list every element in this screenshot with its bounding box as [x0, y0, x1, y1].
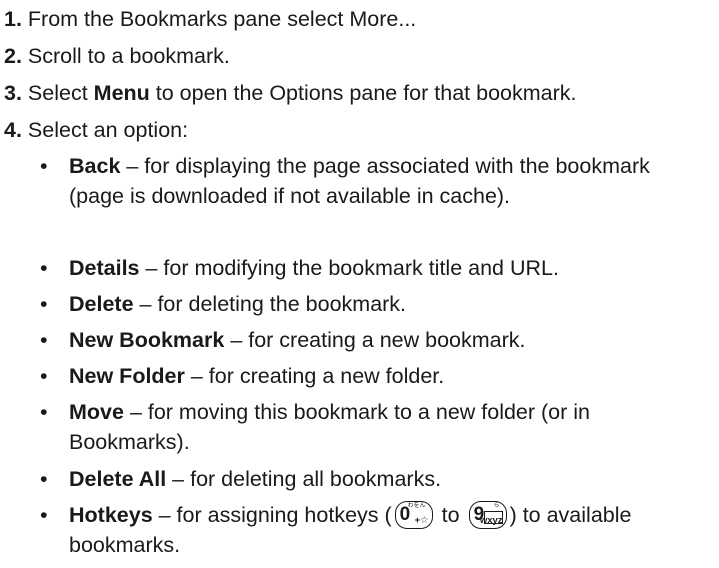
bullet-dot: • [40, 256, 48, 280]
bullet-dot: • [40, 467, 48, 491]
option-term: New Bookmark [69, 328, 225, 352]
bullet-dot: • [40, 503, 48, 527]
key-kana-label: ら [493, 503, 500, 509]
step-text: Scroll to a bookmark. [27, 44, 230, 68]
option-desc: – for displaying the page associated wit… [69, 154, 650, 208]
option-term: Delete [69, 292, 134, 316]
option-desc: – for deleting all bookmarks. [166, 467, 442, 491]
option-back: • Back – for displaying the page associa… [40, 152, 710, 211]
option-desc: – for creating a new folder. [184, 364, 445, 388]
option-delete: • Delete – for deleting the bookmark. [40, 290, 710, 320]
step-number: 4. [4, 118, 22, 142]
option-term: Delete All [69, 467, 167, 491]
menu-label: Menu [93, 81, 150, 105]
step-text: From the Bookmarks pane select More... [27, 7, 417, 31]
key-sub-label: wxyz [479, 515, 503, 526]
step-number: 1. [4, 7, 22, 31]
step-2: 2. Scroll to a bookmark. [4, 43, 230, 69]
option-delete-all: • Delete All – for deleting all bookmark… [40, 465, 710, 495]
option-new-folder: • New Folder – for creating a new folder… [40, 362, 710, 392]
step-number: 2. [4, 44, 22, 68]
option-term: Hotkeys [69, 503, 153, 527]
step-text-post: to open the Options pane for that bookma… [149, 81, 577, 105]
step-text-pre: Select [27, 81, 94, 105]
step-4: 4. Select an option: [4, 117, 188, 143]
bullet-dot: • [40, 292, 48, 316]
option-term: New Folder [69, 364, 185, 388]
key-kana-label: わをん [407, 503, 426, 509]
bullet-dot: • [40, 364, 48, 388]
keypad-9-icon: ら 9 wxyz [468, 501, 507, 529]
key-sub-label: +☆ [414, 515, 429, 526]
option-desc: – for modifying the bookmark title and U… [139, 256, 559, 280]
option-details: • Details – for modifying the bookmark t… [40, 254, 710, 284]
bullet-dot: • [40, 400, 48, 424]
option-hotkeys: • Hotkeys – for assigning hotkeys (わをん 0 +… [40, 501, 710, 560]
step-1: 1. From the Bookmarks pane select More..… [4, 6, 416, 32]
keypad-0-icon: わをん 0 +☆ [394, 501, 433, 529]
step-text: Select an option: [27, 118, 189, 142]
option-desc: – for deleting the bookmark. [133, 292, 407, 316]
step-3: 3. Select Menu to open the Options pane … [4, 80, 576, 106]
option-desc-pre: – for assigning hotkeys ( [152, 503, 392, 527]
option-desc-mid: to [435, 503, 466, 527]
option-term: Details [69, 256, 140, 280]
option-desc: – for moving this bookmark to a new fold… [69, 400, 591, 454]
option-new-bookmark: • New Bookmark – for creating a new book… [40, 326, 710, 356]
key-digit-label: 0 [399, 504, 411, 525]
option-term: Back [69, 154, 121, 178]
option-term: Move [69, 400, 124, 424]
instructions-document: 1. From the Bookmarks pane select More..… [0, 0, 719, 568]
bullet-dot: • [40, 154, 48, 178]
option-move: • Move – for moving this bookmark to a n… [40, 398, 710, 457]
option-desc: – for creating a new bookmark. [224, 328, 526, 352]
step-number: 3. [4, 81, 22, 105]
bullet-dot: • [40, 328, 48, 352]
